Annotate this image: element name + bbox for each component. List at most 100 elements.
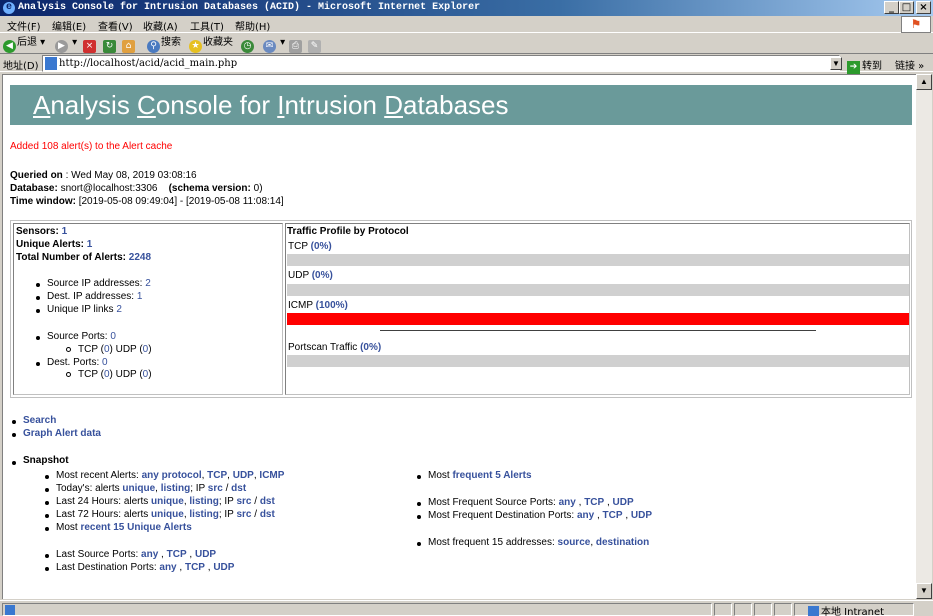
frequent5-row: Most frequent 5 Alerts <box>428 470 532 481</box>
database-label: Database: <box>10 183 58 194</box>
cache-message: Added 108 alert(s) to the Alert cache <box>10 141 173 152</box>
back-arrow-icon: ◀ <box>3 40 16 53</box>
last72-listing-link[interactable]: listing <box>189 509 218 520</box>
portscan-percent-link[interactable]: (0%) <box>360 342 381 353</box>
freq15-source-link[interactable]: source <box>558 537 591 548</box>
recent15-unique-alerts-link[interactable]: recent 15 Unique Alerts <box>80 522 191 533</box>
last-dst-udp-link[interactable]: UDP <box>213 562 234 573</box>
go-arrow-icon: ➔ <box>847 61 860 74</box>
freq-src-any-link[interactable]: any <box>559 497 576 508</box>
sensors-link[interactable]: 1 <box>62 226 68 237</box>
icmp-percent-link[interactable]: (100%) <box>316 300 348 311</box>
minimize-button[interactable]: _ <box>884 1 899 14</box>
scroll-down-arrow-icon[interactable]: ▼ <box>916 583 932 599</box>
recent-icmp-link[interactable]: ICMP <box>259 470 284 481</box>
src-tcp-label: TCP ( <box>78 344 104 355</box>
links-button[interactable]: 链接 » <box>895 57 924 72</box>
bullet <box>12 461 16 465</box>
last-dst-any-link[interactable]: any <box>159 562 176 573</box>
icmp-label: ICMP <box>288 300 313 311</box>
portscan-bar <box>287 355 909 367</box>
udp-percent-link[interactable]: (0%) <box>312 270 333 281</box>
last24-unique-link[interactable]: unique <box>151 496 184 507</box>
page-viewport: Analysis Console for Intrusion Databases… <box>2 74 916 599</box>
forward-button[interactable]: ▶ ▾ <box>55 35 77 53</box>
maximize-button[interactable]: □ <box>899 1 914 14</box>
dst-ip-label: Dest. IP addresses: <box>47 291 135 302</box>
last-dst-tcp-link[interactable]: TCP <box>185 562 205 573</box>
mail-icon: ✉ <box>263 40 276 53</box>
database-value: snort@localhost:3306 <box>57 183 158 194</box>
last-src-tcp-link[interactable]: TCP <box>167 549 187 560</box>
last24-ip-label: ; IP <box>218 496 234 507</box>
zone-label: 本地 Intranet <box>821 607 885 616</box>
address-dropdown-button[interactable]: ▼ <box>830 57 842 70</box>
last24-listing-link[interactable]: listing <box>189 496 218 507</box>
menu-edit[interactable]: 编辑(E) <box>52 18 86 33</box>
dst-ports-link[interactable]: 0 <box>102 357 108 368</box>
ip-links-link[interactable]: 2 <box>116 304 122 315</box>
sensors-label: Sensors: <box>16 226 59 237</box>
tcp-percent-link[interactable]: (0%) <box>311 241 332 252</box>
recent-tcp-link[interactable]: TCP <box>207 470 227 481</box>
windows-flag-icon: ⚑ <box>901 16 931 33</box>
print-button[interactable]: ⎙ <box>289 35 303 53</box>
last24-src-link[interactable]: src <box>236 496 251 507</box>
last72-unique-link[interactable]: unique <box>151 509 184 520</box>
src-ip-link[interactable]: 2 <box>145 278 151 289</box>
freq-src-tcp-link[interactable]: TCP <box>584 497 604 508</box>
refresh-button[interactable]: ↻ <box>103 35 117 53</box>
menu-help[interactable]: 帮助(H) <box>235 18 270 33</box>
menu-tools[interactable]: 工具(T) <box>190 18 224 33</box>
today-unique-link[interactable]: unique <box>122 483 155 494</box>
last72-src-link[interactable]: src <box>236 509 251 520</box>
recent-udp-link[interactable]: UDP <box>233 470 254 481</box>
circle-bullet <box>66 372 71 377</box>
favorites-button[interactable]: ★ 收藏夹 <box>189 35 233 53</box>
queried-label: Queried on <box>10 170 63 181</box>
search-link[interactable]: Search <box>23 415 56 426</box>
go-label: 转到 <box>862 61 882 72</box>
edit-button[interactable]: ✎ <box>308 35 322 53</box>
mail-button[interactable]: ✉ ▾ <box>263 35 285 53</box>
home-button[interactable]: ⌂ <box>122 35 136 53</box>
freq-dst-tcp-link[interactable]: TCP <box>603 510 623 521</box>
banner-c-rest: onsole for <box>155 90 278 120</box>
last-src-any-link[interactable]: any <box>141 549 158 560</box>
bullet <box>45 514 49 518</box>
close-button[interactable]: × <box>916 1 931 14</box>
today-src-link[interactable]: src <box>208 483 223 494</box>
menu-favorites[interactable]: 收藏(A) <box>143 18 178 33</box>
graph-alert-data-link[interactable]: Graph Alert data <box>23 428 101 439</box>
unique-alerts-link[interactable]: 1 <box>87 239 93 250</box>
today-row: Today's: alerts unique, listing; IP src … <box>56 483 247 494</box>
recent-any-protocol-link[interactable]: any protocol <box>142 470 202 481</box>
banner-i-rest: ntrusion <box>284 90 385 120</box>
circle-bullet <box>66 347 71 352</box>
freq-dst-udp-link[interactable]: UDP <box>631 510 652 521</box>
go-button[interactable]: ➔ 转到 <box>847 57 882 74</box>
freq-src-udp-link[interactable]: UDP <box>613 497 634 508</box>
freq15-destination-link[interactable]: destination <box>596 537 649 548</box>
search-button[interactable]: ⚲ 搜索 <box>147 35 181 53</box>
scroll-up-arrow-icon[interactable]: ▲ <box>916 74 932 90</box>
today-dst-link[interactable]: dst <box>231 483 246 494</box>
src-ports-link[interactable]: 0 <box>110 331 116 342</box>
stop-button[interactable]: × <box>83 35 97 53</box>
freq-dst-any-link[interactable]: any <box>577 510 594 521</box>
today-listing-link[interactable]: listing <box>161 483 190 494</box>
last72-dst-link[interactable]: dst <box>260 509 275 520</box>
total-alerts-link[interactable]: 2248 <box>129 252 151 263</box>
vertical-scrollbar[interactable]: ▲ ▼ <box>916 74 932 599</box>
frequent5-alerts-link[interactable]: frequent 5 Alerts <box>452 470 531 481</box>
last-src-udp-link[interactable]: UDP <box>195 549 216 560</box>
ip-links-label: Unique IP links <box>47 304 114 315</box>
history-button[interactable]: ◷ <box>241 35 255 53</box>
address-input[interactable]: http://localhost/acid/acid_main.php <box>42 55 840 72</box>
dst-ip-link[interactable]: 1 <box>137 291 143 302</box>
back-button[interactable]: ◀ 后退 ▾ <box>3 35 45 53</box>
menu-file[interactable]: 文件(F) <box>7 18 41 33</box>
last24-dst-link[interactable]: dst <box>260 496 275 507</box>
menu-view[interactable]: 查看(V) <box>98 18 133 33</box>
forward-arrow-icon: ▶ <box>55 40 68 53</box>
